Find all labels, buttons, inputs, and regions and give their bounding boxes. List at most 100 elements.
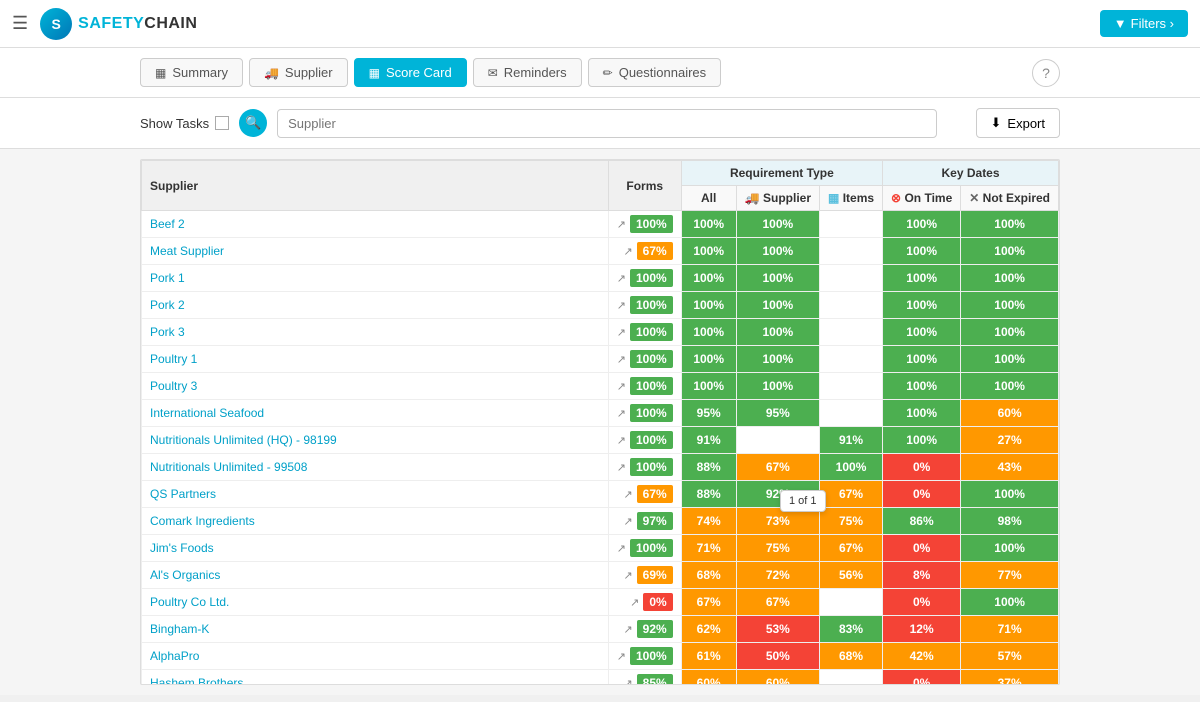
reminders-icon: ✉ — [488, 66, 498, 80]
export-icon: ⬇ — [991, 115, 1002, 131]
supplier-req-cell: 100% — [736, 292, 819, 319]
menu-icon[interactable]: ☰ — [12, 13, 28, 34]
not-expired-cell: 71% — [961, 616, 1059, 643]
supplier-link[interactable]: Bingham-K — [150, 622, 209, 636]
logo: S SAFETYCHAIN — [40, 8, 197, 40]
supplier-req-cell: 67% — [736, 589, 819, 616]
forms-link-icon[interactable]: ↗ — [617, 272, 626, 285]
items-cell — [820, 319, 883, 346]
supplier-link[interactable]: Nutritionals Unlimited - 99508 — [150, 460, 307, 474]
forms-cell: ↗ 100% — [608, 265, 681, 292]
on-time-cell: 12% — [883, 616, 961, 643]
forms-link-icon[interactable]: ↗ — [617, 218, 626, 231]
search-input[interactable] — [277, 109, 937, 138]
req-type-header: Requirement Type — [681, 161, 882, 186]
supplier-link[interactable]: Poultry 3 — [150, 379, 197, 393]
forms-link-icon[interactable]: ↗ — [617, 353, 626, 366]
supplier-link[interactable]: Comark Ingredients — [150, 514, 255, 528]
top-bar: ☰ S SAFETYCHAIN ▼ Filters › — [0, 0, 1200, 48]
supplier-link[interactable]: Al's Organics — [150, 568, 220, 582]
forms-value: 69% — [637, 566, 673, 584]
supplier-link[interactable]: Meat Supplier — [150, 244, 224, 258]
supplier-link[interactable]: International Seafood — [150, 406, 264, 420]
filters-button[interactable]: ▼ Filters › — [1100, 10, 1188, 37]
forms-link-icon[interactable]: ↗ — [623, 623, 632, 636]
forms-link-icon[interactable]: ↗ — [617, 380, 626, 393]
tab-reminders[interactable]: ✉ Reminders — [473, 58, 582, 87]
tab-scorecard[interactable]: ▦ Score Card — [354, 58, 467, 87]
not-expired-cell: 77% — [961, 562, 1059, 589]
not-expired-cell: 100% — [961, 346, 1059, 373]
show-tasks-label: Show Tasks — [140, 116, 229, 131]
supplier-link[interactable]: Hashem Brothers — [150, 676, 243, 685]
not-expired-cell: 37% — [961, 670, 1059, 686]
forms-link-icon[interactable]: ↗ — [617, 461, 626, 474]
forms-link-icon[interactable]: ↗ — [617, 542, 626, 555]
data-table-container[interactable]: Supplier Forms Requirement Type Key Date… — [140, 159, 1060, 685]
forms-cell: ↗ 100% — [608, 319, 681, 346]
not-expired-cell: 27% — [961, 427, 1059, 454]
logo-icon: S — [40, 8, 72, 40]
col-header-all: All — [681, 186, 736, 211]
supplier-link[interactable]: Pork 2 — [150, 298, 185, 312]
forms-link-icon[interactable]: ↗ — [623, 245, 632, 258]
supplier-link[interactable]: Jim's Foods — [150, 541, 214, 555]
forms-value: 100% — [630, 296, 673, 314]
all-pct-cell: 88% — [681, 481, 736, 508]
supplier-link[interactable]: AlphaPro — [150, 649, 199, 663]
supplier-req-cell: 53% — [736, 616, 819, 643]
all-pct-cell: 71% — [681, 535, 736, 562]
forms-link-icon[interactable]: ↗ — [617, 326, 626, 339]
show-tasks-checkbox[interactable] — [215, 116, 229, 130]
forms-link-icon[interactable]: ↗ — [630, 596, 639, 609]
supplier-link[interactable]: Beef 2 — [150, 217, 185, 231]
export-button[interactable]: ⬇ Export — [976, 108, 1060, 138]
tab-questionnaires[interactable]: ✏ Questionnaires — [588, 58, 722, 87]
forms-link-icon[interactable]: ↗ — [617, 299, 626, 312]
not-expired-cell: 100% — [961, 589, 1059, 616]
tab-summary[interactable]: ▦ Summary — [140, 58, 243, 87]
all-pct-cell: 88% — [681, 454, 736, 481]
on-time-cell: 42% — [883, 643, 961, 670]
forms-link-icon[interactable]: ↗ — [617, 407, 626, 420]
supplier-req-cell — [736, 427, 819, 454]
forms-link-icon[interactable]: ↗ — [623, 488, 632, 501]
on-time-cell: 0% — [883, 454, 961, 481]
on-time-cell: 0% — [883, 670, 961, 686]
items-cell — [820, 238, 883, 265]
forms-link-icon[interactable]: ↗ — [623, 677, 632, 686]
items-cell — [820, 346, 883, 373]
items-cell: 67% — [820, 481, 883, 508]
supplier-req-cell: 60% — [736, 670, 819, 686]
on-time-cell: 100% — [883, 319, 961, 346]
help-button[interactable]: ? — [1032, 59, 1060, 87]
supplier-link[interactable]: Pork 3 — [150, 325, 185, 339]
supplier-link[interactable]: Poultry 1 — [150, 352, 197, 366]
search-button[interactable]: 🔍 — [239, 109, 267, 137]
forms-value: 100% — [630, 215, 673, 233]
all-pct-cell: 100% — [681, 346, 736, 373]
forms-value: 97% — [637, 512, 673, 530]
col-header-items: ▦ Items — [820, 186, 883, 211]
forms-link-icon[interactable]: ↗ — [623, 515, 632, 528]
forms-cell: ↗ 100% — [608, 346, 681, 373]
table-row: Comark Ingredients ↗ 97% 74%73%75%86%98% — [142, 508, 1059, 535]
forms-link-icon[interactable]: ↗ — [623, 569, 632, 582]
forms-link-icon[interactable]: ↗ — [617, 650, 626, 663]
supplier-req-cell: 100% — [736, 346, 819, 373]
forms-link-icon[interactable]: ↗ — [617, 434, 626, 447]
items-cell — [820, 211, 883, 238]
supplier-link[interactable]: Poultry Co Ltd. — [150, 595, 229, 609]
not-expired-cell: 57% — [961, 643, 1059, 670]
supplier-req-cell: 95% — [736, 400, 819, 427]
table-row: Poultry 1 ↗ 100% 100%100%100%100% — [142, 346, 1059, 373]
supplier-link[interactable]: Nutritionals Unlimited (HQ) - 98199 — [150, 433, 337, 447]
all-pct-cell: 68% — [681, 562, 736, 589]
forms-cell: ↗ 100% — [608, 535, 681, 562]
supplier-link[interactable]: QS Partners — [150, 487, 216, 501]
forms-cell: ↗ 0% — [608, 589, 681, 616]
forms-value: 100% — [630, 647, 673, 665]
not-expired-cell: 60% — [961, 400, 1059, 427]
supplier-link[interactable]: Pork 1 — [150, 271, 185, 285]
tab-supplier[interactable]: 🚚 Supplier — [249, 58, 348, 87]
